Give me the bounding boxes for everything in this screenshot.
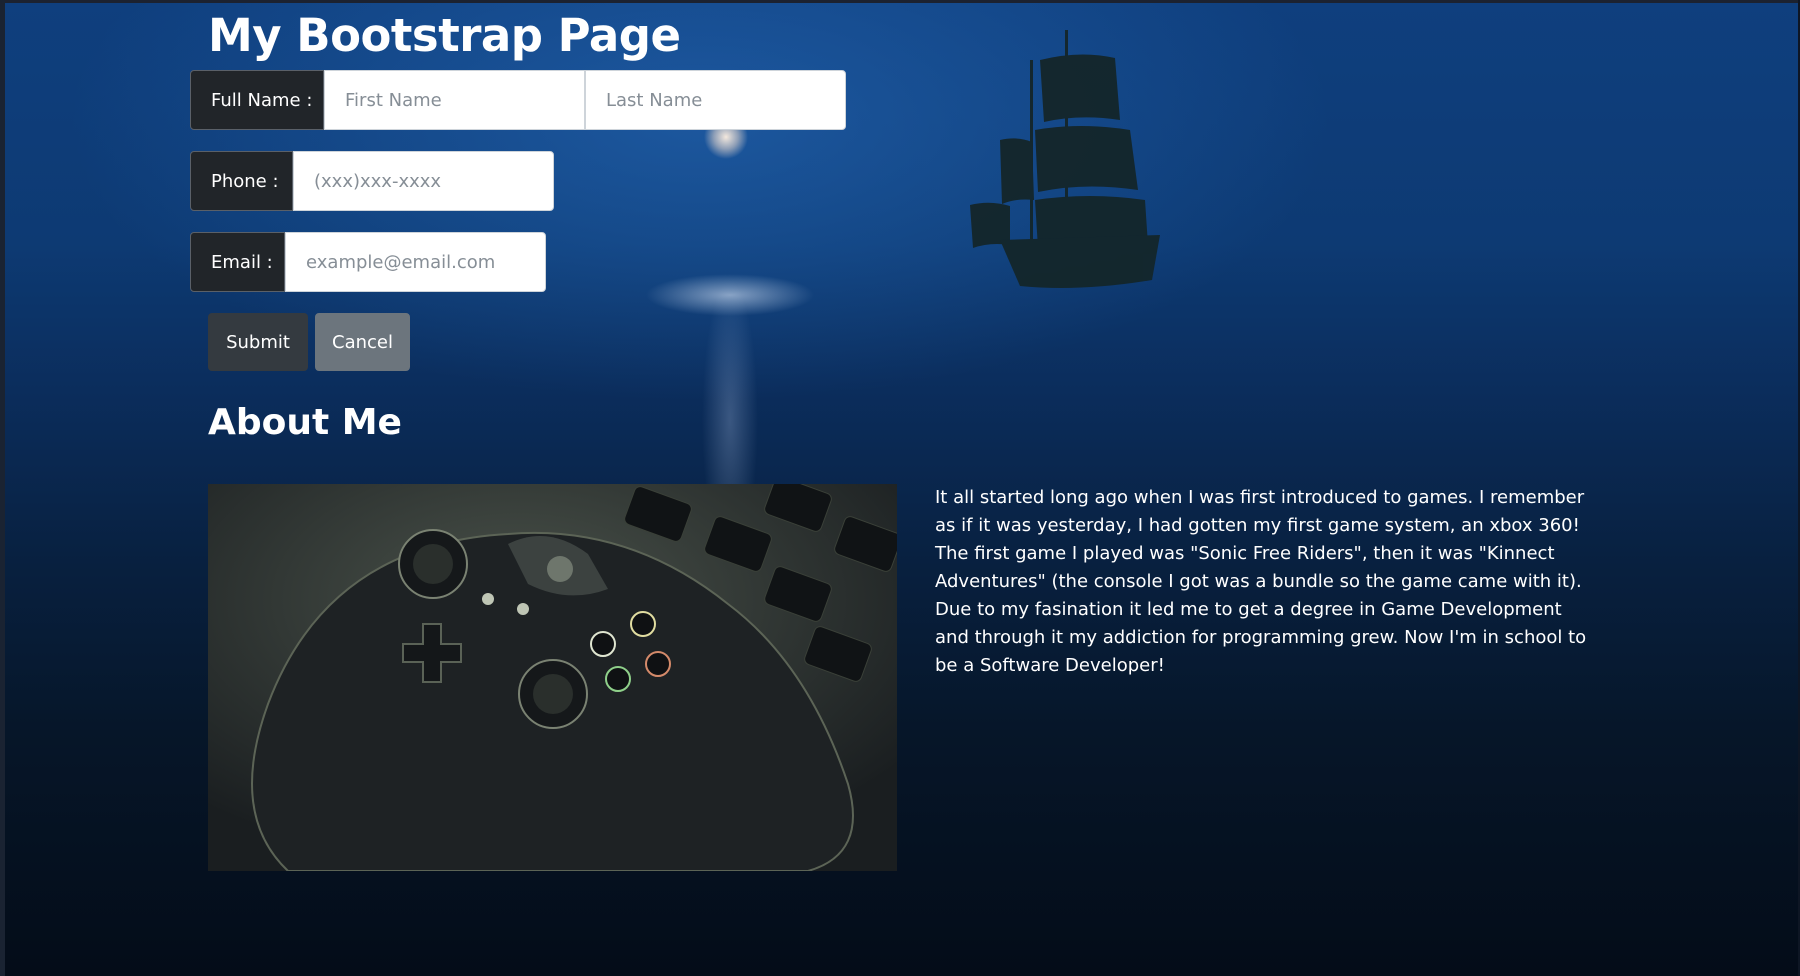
last-name-input[interactable] bbox=[585, 70, 846, 130]
phone-input[interactable] bbox=[293, 151, 554, 211]
full-name-input-group: Full Name : bbox=[190, 70, 846, 130]
full-name-label: Full Name : bbox=[190, 70, 324, 130]
email-input-group: Email : bbox=[190, 232, 546, 292]
first-name-input[interactable] bbox=[324, 70, 585, 130]
about-heading: About Me bbox=[208, 402, 402, 443]
cancel-button[interactable]: Cancel bbox=[315, 313, 410, 371]
ship-silhouette bbox=[970, 30, 1160, 288]
window-left-edge bbox=[0, 0, 5, 976]
page-title: My Bootstrap Page bbox=[208, 9, 681, 62]
game-controller-photo bbox=[208, 484, 897, 871]
window-top-edge bbox=[0, 0, 1800, 3]
phone-label: Phone : bbox=[190, 151, 293, 211]
email-label: Email : bbox=[190, 232, 285, 292]
about-paragraph: It all started long ago when I was first… bbox=[935, 487, 1587, 676]
email-input[interactable] bbox=[285, 232, 546, 292]
submit-button[interactable]: Submit bbox=[208, 313, 308, 371]
phone-input-group: Phone : bbox=[190, 151, 554, 211]
